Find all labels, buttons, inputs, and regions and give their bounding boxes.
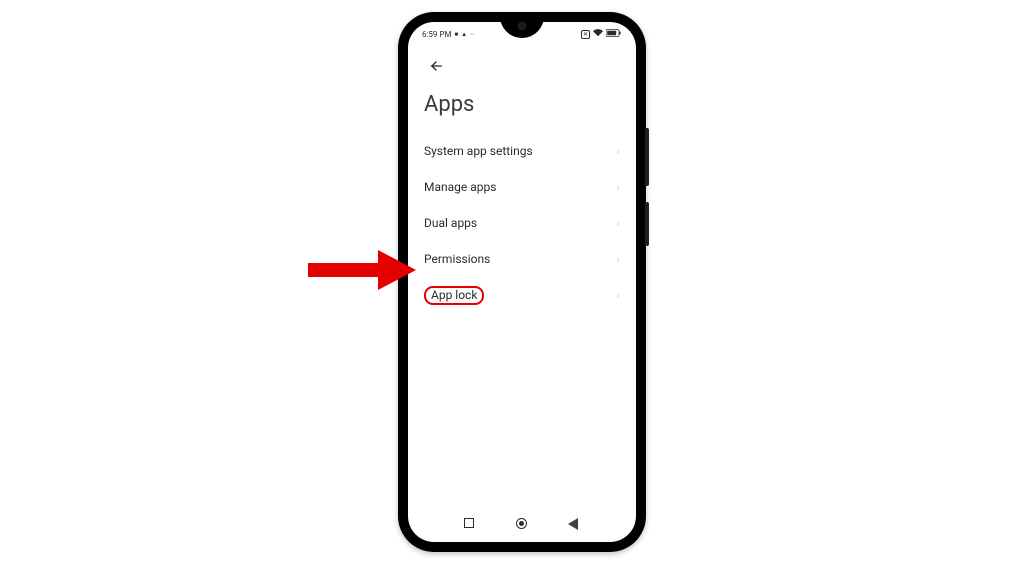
chevron-right-icon: › <box>616 144 620 158</box>
chevron-right-icon: › <box>616 216 620 230</box>
chevron-right-icon: › <box>616 180 620 194</box>
settings-content: Apps System app settings › Manage apps ›… <box>408 42 636 542</box>
home-button[interactable] <box>516 518 528 530</box>
apps-menu-list: System app settings › Manage apps › Dual… <box>424 133 620 313</box>
menu-item-label: Dual apps <box>424 216 477 230</box>
page-title: Apps <box>424 92 620 117</box>
menu-item-app-lock[interactable]: App lock › <box>424 277 620 313</box>
phone-screen: 6:59 PM ■ ▲ ·· ✕ <box>408 22 636 542</box>
wifi-icon <box>593 29 603 40</box>
status-right: ✕ <box>581 29 622 40</box>
volume-button <box>645 202 649 246</box>
menu-item-label: App lock <box>424 286 484 305</box>
status-left: 6:59 PM ■ ▲ ·· <box>422 30 474 39</box>
power-button <box>645 128 649 186</box>
menu-item-permissions[interactable]: Permissions › <box>424 241 620 277</box>
battery-icon <box>606 29 622 40</box>
menu-item-label: System app settings <box>424 144 533 158</box>
phone-frame: 6:59 PM ■ ▲ ·· ✕ <box>398 12 646 552</box>
back-nav-button[interactable] <box>568 518 580 530</box>
status-indicator-camera: ■ <box>454 31 458 38</box>
menu-item-manage-apps[interactable]: Manage apps › <box>424 169 620 205</box>
chevron-right-icon: › <box>616 288 620 302</box>
menu-item-dual-apps[interactable]: Dual apps › <box>424 205 620 241</box>
status-time: 6:59 PM <box>422 30 451 39</box>
status-indicator-more: ·· <box>470 30 474 39</box>
chevron-right-icon: › <box>616 252 620 266</box>
menu-item-system-app-settings[interactable]: System app settings › <box>424 133 620 169</box>
menu-item-label: Permissions <box>424 252 490 266</box>
app-lock-highlight: App lock <box>424 286 484 305</box>
android-nav-bar <box>408 512 636 536</box>
recent-apps-button[interactable] <box>464 518 476 530</box>
menu-item-label: Manage apps <box>424 180 496 194</box>
status-indicator-cloud: ▲ <box>461 31 467 38</box>
back-button[interactable] <box>424 54 448 78</box>
volte-icon: ✕ <box>581 30 590 39</box>
